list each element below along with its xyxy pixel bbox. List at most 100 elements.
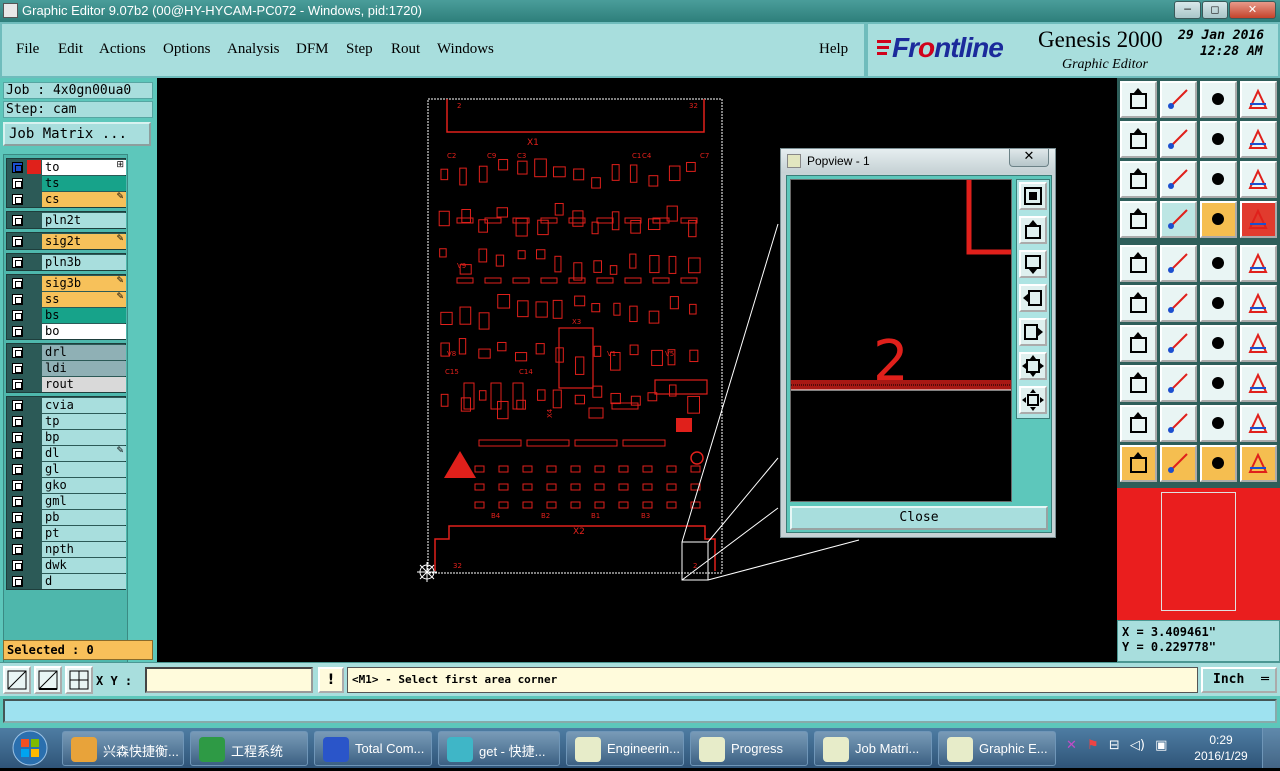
layer-name[interactable]: bo — [42, 324, 126, 339]
popview-pan-down-button[interactable] — [1019, 250, 1047, 278]
layer-name[interactable]: cvia — [42, 398, 126, 413]
command-input[interactable] — [3, 699, 1277, 723]
layer-row-cvia[interactable]: cvia — [7, 397, 127, 413]
overview-map[interactable] — [1117, 488, 1280, 620]
menu-analysis[interactable]: Analysis — [227, 41, 280, 58]
mirror-button[interactable] — [1200, 365, 1237, 402]
layer-checkbox[interactable] — [12, 496, 23, 507]
show-desktop-button[interactable] — [1262, 728, 1280, 768]
layer-checkbox[interactable] — [12, 480, 23, 491]
tray-network-icon[interactable]: ⊟ — [1109, 738, 1120, 753]
layer-name[interactable]: dl — [42, 446, 126, 461]
layer-name[interactable]: rout — [42, 377, 126, 392]
layer-stack-red-button[interactable] — [1240, 201, 1277, 238]
layer-row-tp[interactable]: tp — [7, 413, 127, 429]
unit-selector[interactable]: Inch ═ — [1201, 667, 1277, 693]
layer-row-ts[interactable]: ts — [7, 175, 127, 191]
layer-checkbox[interactable] — [12, 310, 23, 321]
one-to-one-button[interactable] — [1200, 121, 1237, 158]
start-button[interactable] — [4, 729, 56, 767]
layer-name[interactable]: gml — [42, 494, 126, 509]
layer-row-rout[interactable]: rout — [7, 376, 127, 392]
pointer-button[interactable] — [1120, 445, 1157, 482]
layer-row-pln2t[interactable]: pln2t — [7, 212, 127, 228]
taskbar-item[interactable]: Progress — [690, 731, 808, 766]
layer-name[interactable]: d — [42, 574, 126, 589]
layer-checkbox[interactable] — [12, 432, 23, 443]
copy-button[interactable] — [1120, 365, 1157, 402]
layer-checkbox[interactable] — [12, 347, 23, 358]
minimize-button[interactable]: ─ — [1174, 1, 1201, 19]
layer-name[interactable]: sig3b — [42, 276, 126, 291]
popview-zoom-fit-button[interactable] — [1019, 182, 1047, 210]
layer-checkbox[interactable] — [12, 162, 23, 173]
layer-row-ldi[interactable]: ldi — [7, 360, 127, 376]
pointer-circle-button[interactable] — [1200, 445, 1237, 482]
menu-dfm[interactable]: DFM — [296, 41, 329, 58]
popview-pan-right-button[interactable] — [1019, 318, 1047, 346]
pan-right-button[interactable] — [1160, 121, 1197, 158]
layer-name[interactable]: gl — [42, 462, 126, 477]
layer-row-drl[interactable]: drl — [7, 344, 127, 360]
layer-checkbox[interactable] — [12, 544, 23, 555]
layer-row-dwk[interactable]: dwk — [7, 557, 127, 573]
layer-row-pb[interactable]: pb — [7, 509, 127, 525]
cross-button[interactable] — [1160, 285, 1197, 322]
grid-button[interactable] — [1160, 201, 1197, 238]
layer-checkbox[interactable] — [12, 512, 23, 523]
menu-rout[interactable]: Rout — [391, 41, 420, 58]
menu-options[interactable]: Options — [163, 41, 211, 58]
menu-help[interactable]: Help — [819, 41, 848, 58]
node-button[interactable] — [1120, 285, 1157, 322]
menu-file[interactable]: File — [16, 41, 39, 58]
layer-name[interactable]: sig2t — [42, 234, 126, 249]
route-button[interactable] — [1240, 445, 1277, 482]
maximize-button[interactable]: ◻ — [1202, 1, 1228, 19]
layer-checkbox[interactable] — [12, 215, 23, 226]
line-edit-button[interactable] — [1160, 325, 1197, 362]
line-add-button[interactable] — [1120, 325, 1157, 362]
pan-up-button[interactable] — [1120, 81, 1157, 118]
layer-name[interactable]: pln3b — [42, 255, 126, 270]
pad-button[interactable] — [1240, 245, 1277, 282]
taskbar-item[interactable]: Job Matri... — [814, 731, 932, 766]
move-arrow-button[interactable] — [1240, 285, 1277, 322]
layer-row-dl[interactable]: dl ✎ — [7, 445, 127, 461]
triangle-edit-button[interactable] — [1160, 405, 1197, 442]
layer-name[interactable]: ts — [42, 176, 126, 191]
popview-pan-left-button[interactable] — [1019, 284, 1047, 312]
layer-checkbox[interactable] — [12, 294, 23, 305]
pan-down-button[interactable] — [1160, 81, 1197, 118]
layer-row-ss[interactable]: ss ✎ — [7, 291, 127, 307]
taskbar-item[interactable]: Engineerin... — [566, 731, 684, 766]
triangle-add-button[interactable] — [1120, 405, 1157, 442]
layer-name[interactable]: drl — [42, 345, 126, 360]
popview-pan-up-button[interactable] — [1019, 216, 1047, 244]
pointer-box-button[interactable] — [1160, 445, 1197, 482]
layer-row-d[interactable]: d — [7, 573, 127, 589]
layer-name[interactable]: cs — [42, 192, 126, 207]
popview-canvas[interactable]: 2 — [790, 179, 1013, 502]
tray-volume-icon[interactable]: ◁) — [1130, 738, 1145, 753]
layer-name[interactable]: ss — [42, 292, 126, 307]
layer-checkbox[interactable] — [12, 363, 23, 374]
zoom-out-button[interactable] — [1120, 161, 1157, 198]
layer-name[interactable]: gko — [42, 478, 126, 493]
taskbar-item[interactable]: Total Com... — [314, 731, 432, 766]
select-net-button[interactable] — [1160, 245, 1197, 282]
layer-checkbox[interactable] — [12, 560, 23, 571]
help-button[interactable] — [1240, 161, 1277, 198]
angle-toggle-button[interactable] — [34, 666, 62, 694]
layer-row-pt[interactable]: pt — [7, 525, 127, 541]
home-button[interactable] — [1200, 81, 1237, 118]
layer-name[interactable]: to — [42, 160, 126, 175]
redraw-button[interactable] — [1240, 121, 1277, 158]
zoom-center-button[interactable] — [1160, 161, 1197, 198]
layer-row-bo[interactable]: bo — [7, 323, 127, 339]
layer-checkbox[interactable] — [12, 194, 23, 205]
layer-name[interactable]: ldi — [42, 361, 126, 376]
scale-button[interactable] — [1200, 161, 1237, 198]
snap-toggle-button[interactable] — [3, 666, 31, 694]
layer-row-sig2t[interactable]: sig2t ✎ — [7, 233, 127, 249]
layer-row-gml[interactable]: gml — [7, 493, 127, 509]
